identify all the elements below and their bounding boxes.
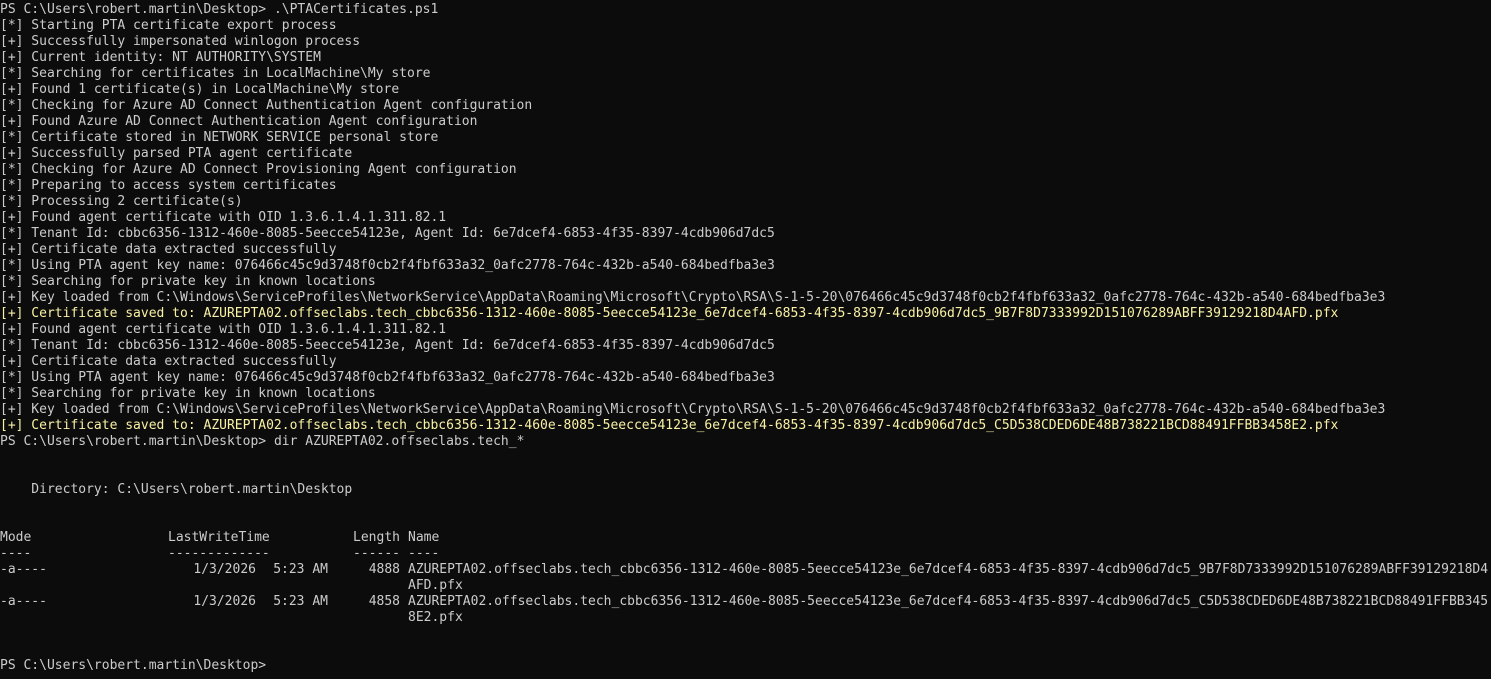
command-line[interactable]: PS C:\Users\robert.martin\Desktop>	[0, 658, 1491, 674]
underline-length: ------	[353, 546, 400, 561]
output-line: [*] Starting PTA certificate export proc…	[0, 18, 337, 33]
output-line: [*] Searching for certificates in LocalM…	[0, 66, 431, 81]
underline-name: ----	[408, 546, 440, 561]
underline-lastwrite: -------------	[168, 546, 270, 561]
table-row: -a---- 1/3/2026 5:23 AM 4858 AZUREPTA02.offs…	[0, 594, 1491, 626]
output-line: [+] Found agent certificate with OID 1.3…	[0, 210, 447, 225]
underline-mode: ----	[0, 546, 32, 561]
header-name: Name	[408, 530, 440, 545]
output-line: [*] Certificate stored in NETWORK SERVIC…	[0, 130, 439, 145]
output-line: [*] Processing 2 certificate(s)	[0, 194, 243, 209]
command-text: .\PTACertificates.ps1	[273, 2, 439, 17]
listing-header: Mode LastWriteTime Length Name	[0, 530, 1491, 546]
output-line: [*] Preparing to access system certifica…	[0, 178, 337, 193]
output-line: [+] Found Azure AD Connect Authenticatio…	[0, 114, 478, 129]
output-line: [*] Using PTA agent key name: 076466c45c…	[0, 370, 775, 385]
command-text: dir AZUREPTA02.offseclabs.tech_*	[273, 434, 525, 449]
file-length: 4858	[368, 594, 400, 609]
file-mode: -a----	[0, 562, 47, 577]
file-name: AZUREPTA02.offseclabs.tech_cbbc6356-1312…	[408, 562, 1489, 593]
command-line: PS C:\Users\robert.martin\Desktop> dir A…	[0, 434, 1491, 450]
output-line: [+] Found agent certificate with OID 1.3…	[0, 322, 447, 337]
output-line: [+] Key loaded from C:\Windows\ServicePr…	[0, 402, 1386, 417]
file-time: 5:23 AM	[273, 562, 328, 577]
output-line-highlight: [+] Certificate saved to: AZUREPTA02.off…	[0, 306, 1339, 321]
file-time: 5:23 AM	[273, 594, 328, 609]
output-line: [+] Certificate data extracted successfu…	[0, 242, 337, 257]
output-line: [*] Checking for Azure AD Connect Provis…	[0, 162, 517, 177]
output-line: [*] Using PTA agent key name: 076466c45c…	[0, 258, 775, 273]
output-line: [*] Tenant Id: cbbc6356-1312-460e-8085-5…	[0, 338, 775, 353]
file-listing: -a---- 1/3/2026 5:23 AM 4888 AZUREPTA02.offs…	[0, 562, 1491, 626]
output-line: [+] Certificate data extracted successfu…	[0, 354, 337, 369]
prompt: PS C:\Users\robert.martin\Desktop>	[0, 2, 267, 17]
output-line-highlight: [+] Certificate saved to: AZUREPTA02.off…	[0, 418, 1339, 433]
file-date: 1/3/2026	[193, 562, 256, 577]
file-name: AZUREPTA02.offseclabs.tech_cbbc6356-1312…	[408, 594, 1489, 625]
directory-label: Directory: C:\Users\robert.martin\Deskto…	[0, 482, 353, 497]
header-length: Length	[353, 530, 400, 545]
output-line: [*] Searching for private key in known l…	[0, 274, 376, 289]
file-mode: -a----	[0, 594, 47, 609]
output-line: [+] Found 1 certificate(s) in LocalMachi…	[0, 82, 400, 97]
command-line: PS C:\Users\robert.martin\Desktop> .\PTA…	[0, 2, 1491, 18]
file-lastwrite: 1/3/2026 5:23 AM	[128, 562, 328, 594]
prompt: PS C:\Users\robert.martin\Desktop>	[0, 658, 267, 673]
output-line: [*] Checking for Azure AD Connect Authen…	[0, 98, 533, 113]
file-length: 4888	[368, 562, 400, 577]
output-line: [+] Current identity: NT AUTHORITY\SYSTE…	[0, 50, 321, 65]
table-row: -a---- 1/3/2026 5:23 AM 4888 AZUREPTA02.offs…	[0, 562, 1491, 594]
file-date: 1/3/2026	[193, 594, 256, 609]
prompt: PS C:\Users\robert.martin\Desktop>	[0, 434, 267, 449]
output-line: [*] Searching for private key in known l…	[0, 386, 376, 401]
output-line: [+] Successfully impersonated winlogon p…	[0, 34, 361, 49]
header-lastwrite: LastWriteTime	[168, 530, 270, 545]
listing-underline: ---- ------------- ------ ----	[0, 546, 1491, 562]
output-line: [+] Successfully parsed PTA agent certif…	[0, 146, 353, 161]
script-output: [*] Starting PTA certificate export proc…	[0, 18, 1491, 434]
output-line: [+] Key loaded from C:\Windows\ServicePr…	[0, 290, 1386, 305]
header-mode: Mode	[0, 530, 32, 545]
terminal-window[interactable]: PS C:\Users\robert.martin\Desktop> .\PTA…	[0, 0, 1491, 679]
output-line: [*] Tenant Id: cbbc6356-1312-460e-8085-5…	[0, 226, 775, 241]
file-lastwrite: 1/3/2026 5:23 AM	[128, 594, 328, 626]
